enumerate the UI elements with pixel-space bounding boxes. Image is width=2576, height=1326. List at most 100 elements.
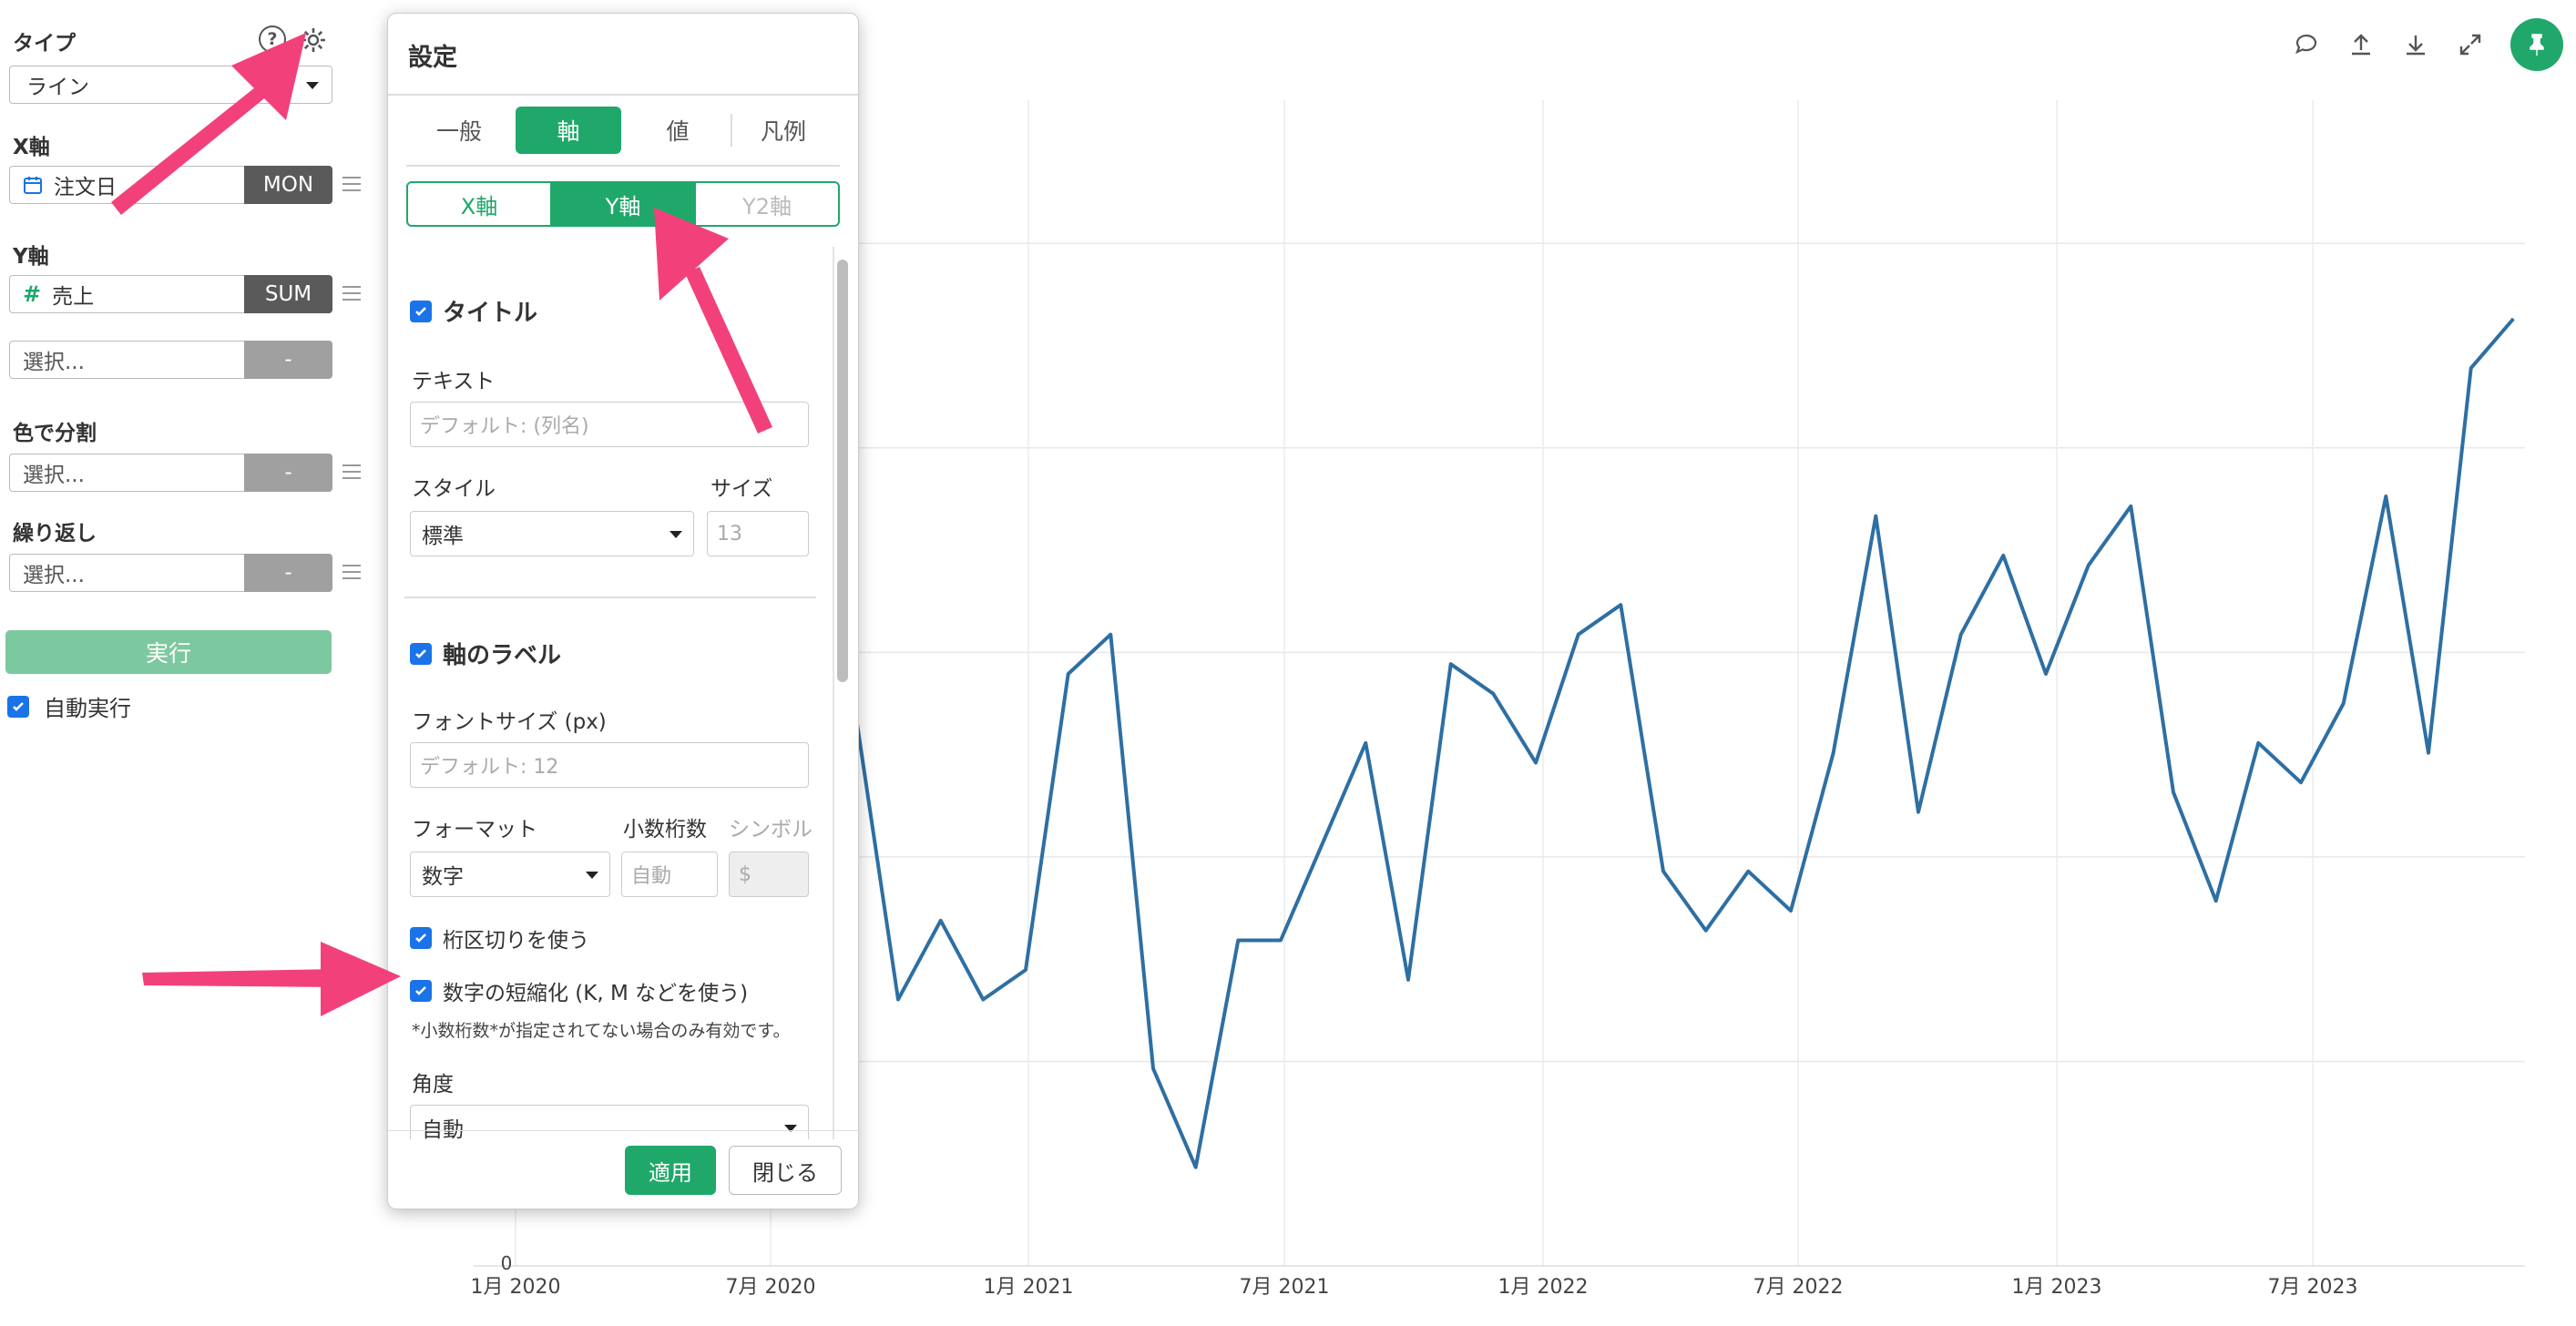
- y-axis-field[interactable]: # 売上 SUM: [9, 275, 332, 313]
- y-axis-aggregation-tag[interactable]: SUM: [244, 275, 332, 313]
- y-axis-extra-field[interactable]: 選択... -: [9, 341, 332, 379]
- check-icon: [415, 306, 426, 316]
- dialog-title: 設定: [408, 44, 457, 72]
- angle-label: 角度: [412, 1073, 454, 1096]
- auto-run-label: 自動実行: [44, 696, 131, 721]
- chart-toolbar: [2292, 18, 2576, 71]
- thousands-separator-row[interactable]: 桁区切りを使う: [410, 923, 589, 954]
- calendar-icon: [24, 177, 42, 194]
- settings-tabs: 一般 軸 値 凡例: [406, 107, 836, 154]
- tab-values[interactable]: 値: [625, 107, 731, 154]
- divider: [406, 165, 840, 167]
- y-axis-label: Y軸: [13, 245, 49, 269]
- abbreviate-numbers-row[interactable]: 数字の短縮化 (K, M などを使う): [410, 975, 748, 1006]
- repeat-field[interactable]: 選択... -: [9, 554, 332, 592]
- decimals-label: 小数桁数: [623, 818, 707, 842]
- color-split-field-main[interactable]: 選択...: [9, 454, 244, 492]
- color-split-field[interactable]: 選択... -: [9, 454, 332, 492]
- repeat-field-main[interactable]: 選択...: [9, 554, 244, 592]
- y-axis-field-name: 売上: [52, 285, 95, 309]
- y-tick-label: 0: [501, 1252, 513, 1274]
- x-axis-field-main[interactable]: 注文日: [9, 166, 244, 204]
- upload-icon[interactable]: [2346, 30, 2376, 59]
- x-tick-label: 7月 2022: [1753, 1276, 1844, 1299]
- x-axis-aggregation-tag[interactable]: MON: [244, 166, 332, 204]
- x-tick-label: 1月 2023: [2012, 1276, 2102, 1299]
- divider: [388, 94, 858, 96]
- check-icon: [415, 986, 426, 995]
- style-select-value: 標準: [422, 525, 464, 548]
- dialog-scroll-area[interactable]: タイトル テキスト デフォルト: (列名) スタイル サイズ 標準 13 軸のラ…: [388, 247, 858, 1139]
- x-axis-field[interactable]: 注文日 MON: [9, 166, 332, 204]
- segment-y-axis[interactable]: Y軸: [550, 183, 694, 225]
- x-tick-label: 7月 2020: [726, 1276, 816, 1299]
- decimals-input[interactable]: 自動: [621, 852, 718, 897]
- title-checkbox-row[interactable]: タイトル: [410, 294, 537, 328]
- download-icon[interactable]: [2401, 30, 2430, 59]
- question-circle-icon[interactable]: ?: [259, 26, 286, 53]
- x-axis-field-name: 注文日: [54, 176, 117, 199]
- drag-handle-icon[interactable]: [342, 177, 361, 191]
- x-axis-label: X軸: [13, 136, 50, 159]
- drag-handle-icon[interactable]: [342, 464, 361, 479]
- x-tick-label: 7月 2021: [1240, 1276, 1330, 1299]
- size-input[interactable]: 13: [707, 511, 809, 556]
- title-checkbox[interactable]: [410, 300, 432, 322]
- abbreviate-note: *小数桁数*が指定されてない場合のみ有効です。: [412, 1021, 791, 1041]
- segment-x-axis[interactable]: X軸: [408, 183, 550, 225]
- y-axis-field-main[interactable]: # 売上: [9, 275, 244, 313]
- repeat-tag[interactable]: -: [244, 554, 332, 592]
- axis-label-checkbox-row[interactable]: 軸のラベル: [410, 637, 561, 670]
- color-split-tag[interactable]: -: [244, 454, 332, 492]
- symbol-input[interactable]: $: [729, 852, 809, 897]
- thousands-separator-label: 桁区切りを使う: [443, 929, 589, 953]
- dialog-footer: 適用 閉じる: [388, 1130, 858, 1209]
- tab-legend[interactable]: 凡例: [731, 107, 836, 154]
- comment-icon[interactable]: [2292, 30, 2321, 59]
- axis-segment-control: X軸 Y軸 Y2軸: [406, 181, 840, 227]
- title-text-input[interactable]: デフォルト: (列名): [410, 402, 809, 447]
- segment-y2-axis[interactable]: Y2軸: [694, 183, 838, 225]
- thousands-separator-checkbox[interactable]: [410, 927, 432, 949]
- divider: [404, 597, 816, 598]
- close-button[interactable]: 閉じる: [729, 1146, 842, 1195]
- font-size-label: フォントサイズ (px): [412, 710, 607, 734]
- abbreviate-numbers-label: 数字の短縮化 (K, M などを使う): [443, 982, 749, 1005]
- style-select[interactable]: 標準: [410, 511, 694, 556]
- auto-run-checkbox[interactable]: [7, 695, 29, 718]
- symbol-label: シンボル: [729, 818, 813, 842]
- abbreviate-numbers-checkbox[interactable]: [410, 980, 432, 1002]
- axis-label-checkbox[interactable]: [410, 642, 432, 665]
- font-size-input[interactable]: デフォルト: 12: [410, 742, 809, 788]
- y-axis-extra-tag[interactable]: -: [244, 341, 332, 379]
- chevron-down-icon: [670, 531, 682, 538]
- axis-label-checkbox-label: 軸のラベル: [443, 642, 562, 669]
- run-button[interactable]: 実行: [5, 630, 332, 674]
- format-select-value: 数字: [422, 865, 464, 889]
- text-label: テキスト: [412, 370, 496, 393]
- hash-icon: #: [23, 281, 42, 307]
- y-axis-extra-field-main[interactable]: 選択...: [9, 341, 244, 379]
- tab-axis[interactable]: 軸: [516, 107, 621, 154]
- check-icon: [415, 933, 426, 943]
- auto-run-row[interactable]: 自動実行: [7, 690, 131, 722]
- left-panel: タイプ ? ライン X軸 注文日 MON Y軸 # 売上 SUM 選択... -…: [0, 0, 361, 1326]
- apply-button[interactable]: 適用: [625, 1146, 716, 1195]
- expand-icon[interactable]: [2456, 30, 2485, 59]
- format-select[interactable]: 数字: [410, 852, 610, 897]
- scrollbar[interactable]: [837, 260, 848, 682]
- size-label: サイズ: [710, 477, 773, 501]
- chart-type-select[interactable]: ライン: [9, 66, 332, 104]
- drag-handle-icon[interactable]: [342, 565, 361, 579]
- settings-dialog: 設定 一般 軸 値 凡例 X軸 Y軸 Y2軸 タイトル テキスト デフォルト: …: [387, 13, 859, 1209]
- type-label: タイプ: [13, 32, 76, 56]
- gear-icon[interactable]: [299, 26, 328, 55]
- chevron-down-icon: [306, 82, 319, 89]
- tab-general[interactable]: 一般: [406, 107, 512, 154]
- format-label: フォーマット: [412, 818, 537, 842]
- pin-button[interactable]: [2510, 18, 2563, 71]
- drag-handle-icon[interactable]: [342, 286, 361, 301]
- pin-icon: [2530, 34, 2544, 56]
- check-icon: [415, 648, 426, 658]
- x-tick-label: 1月 2021: [984, 1276, 1074, 1299]
